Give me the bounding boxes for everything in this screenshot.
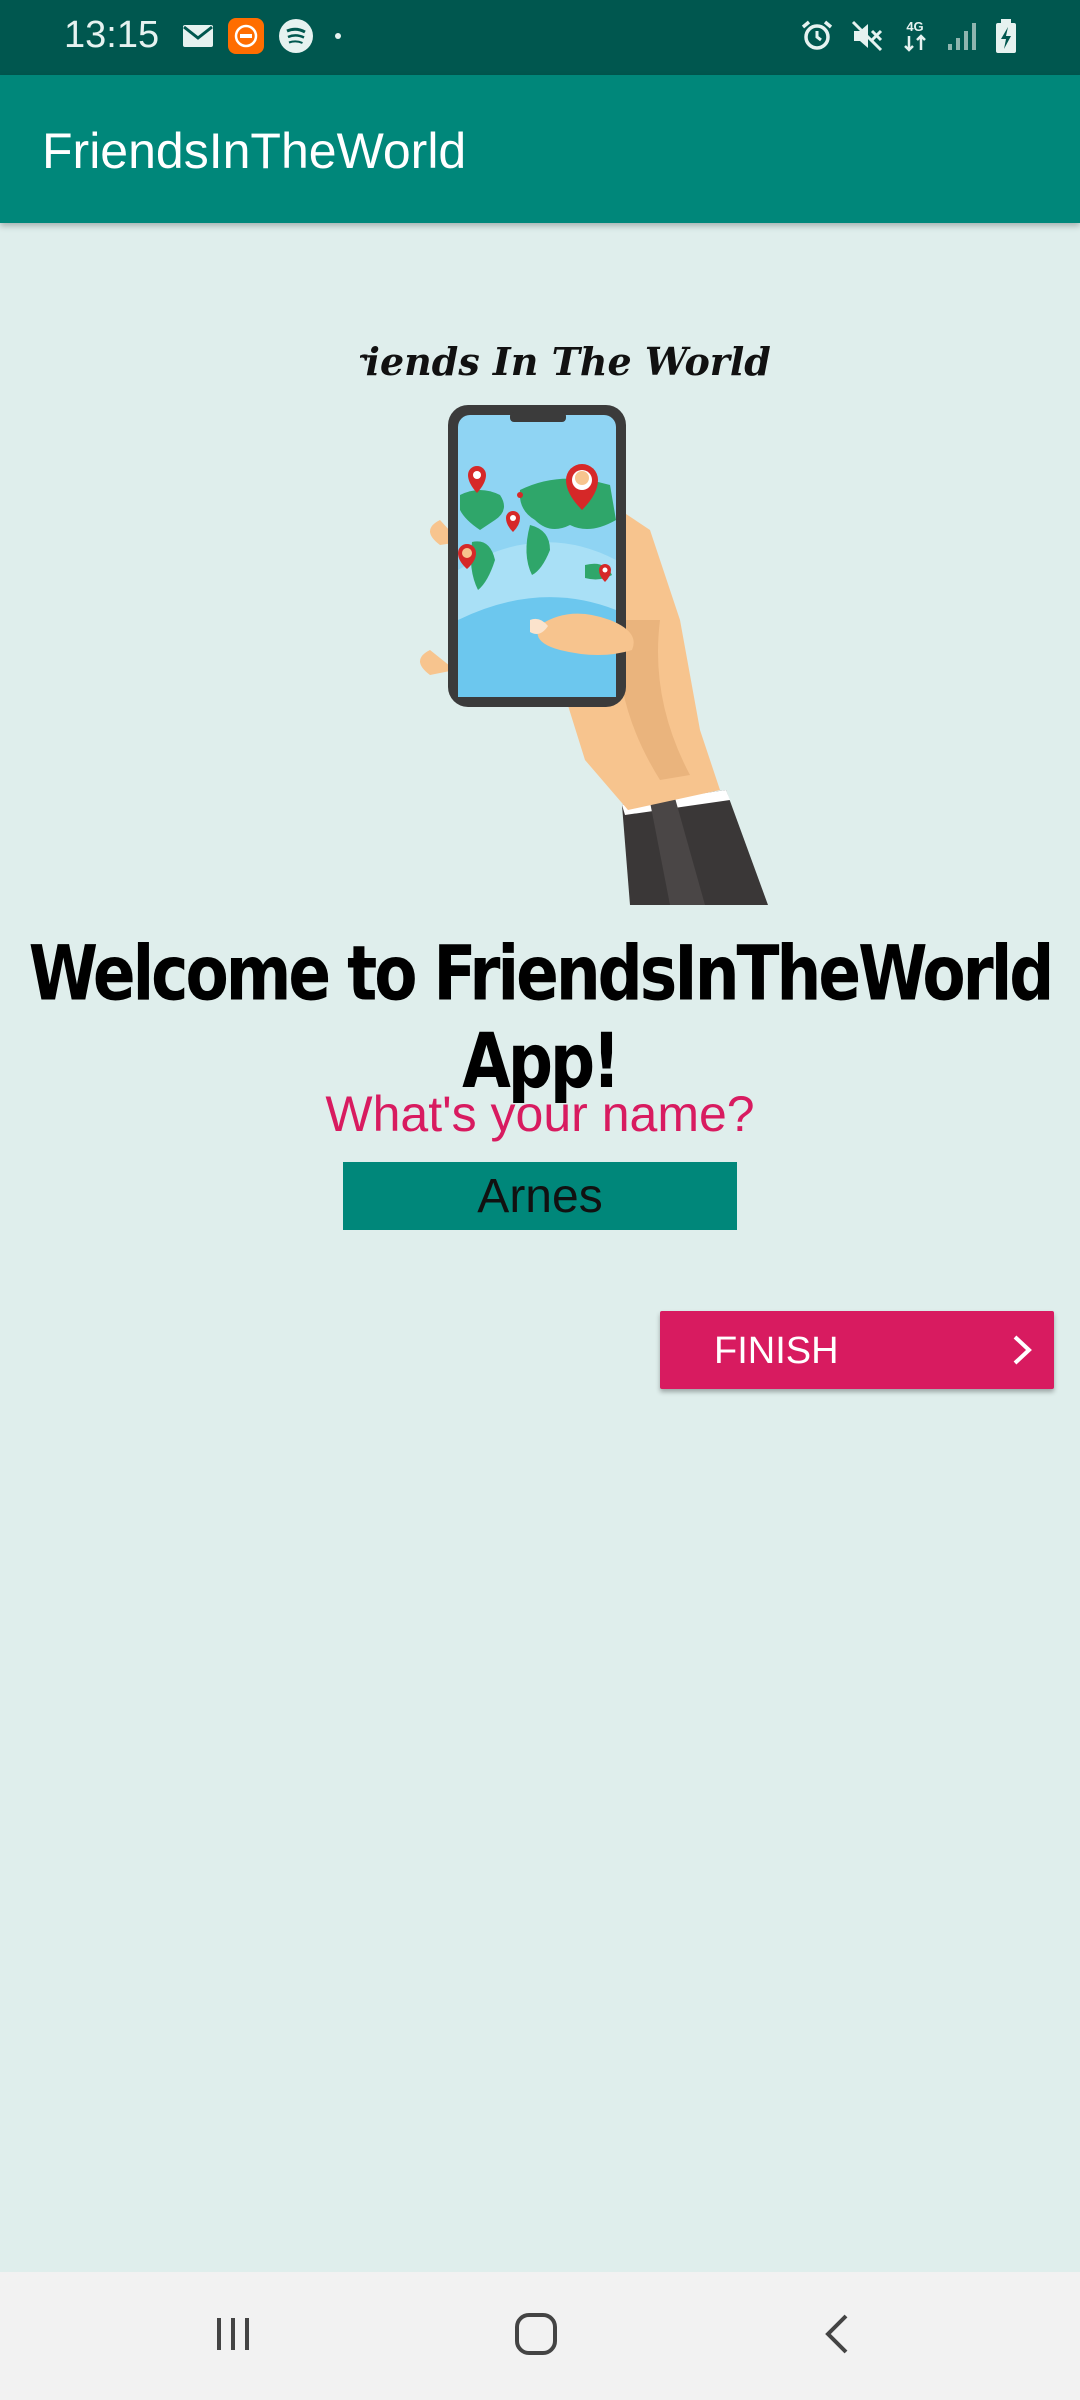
network-label: 4G: [906, 19, 923, 34]
back-button[interactable]: [808, 2306, 868, 2366]
logo-text: Friends In The World: [360, 339, 771, 384]
4g-icon: 4G: [900, 18, 930, 59]
recents-button[interactable]: [203, 2306, 263, 2366]
app-notification-icon: [228, 18, 264, 59]
back-icon: [818, 2312, 858, 2361]
home-icon: [512, 2310, 560, 2363]
mute-icon: [850, 19, 884, 58]
welcome-heading: Welcome to FriendsInTheWorld App!: [28, 930, 1055, 1106]
status-bar: 13:15 4G: [0, 0, 1080, 75]
status-notification-icons: [182, 18, 348, 59]
recents-icon: [211, 2312, 255, 2361]
status-system-icons: 4G: [800, 18, 1018, 59]
navigation-bar: [0, 2272, 1080, 2400]
battery-charging-icon: [994, 18, 1018, 59]
chevron-right-icon: [1010, 1333, 1034, 1370]
signal-icon: [946, 20, 978, 57]
hero-illustration: Friends In The World: [318, 320, 780, 910]
status-time: 13:15: [64, 14, 160, 56]
hand-holding-phone-illustration: Friends In The World: [318, 339, 771, 905]
home-button[interactable]: [506, 2306, 566, 2366]
gmail-icon: [182, 23, 214, 54]
finish-button-label: FINISH: [714, 1330, 839, 1372]
dot-icon: [328, 26, 348, 51]
app-title: FriendsInTheWorld: [42, 123, 467, 179]
finish-button[interactable]: FINISH: [660, 1311, 1054, 1389]
name-prompt-label: What's your name?: [325, 1086, 755, 1142]
alarm-icon: [800, 19, 834, 58]
name-input[interactable]: [343, 1162, 737, 1230]
app-bar: FriendsInTheWorld: [0, 75, 1080, 223]
spotify-icon: [278, 18, 314, 59]
